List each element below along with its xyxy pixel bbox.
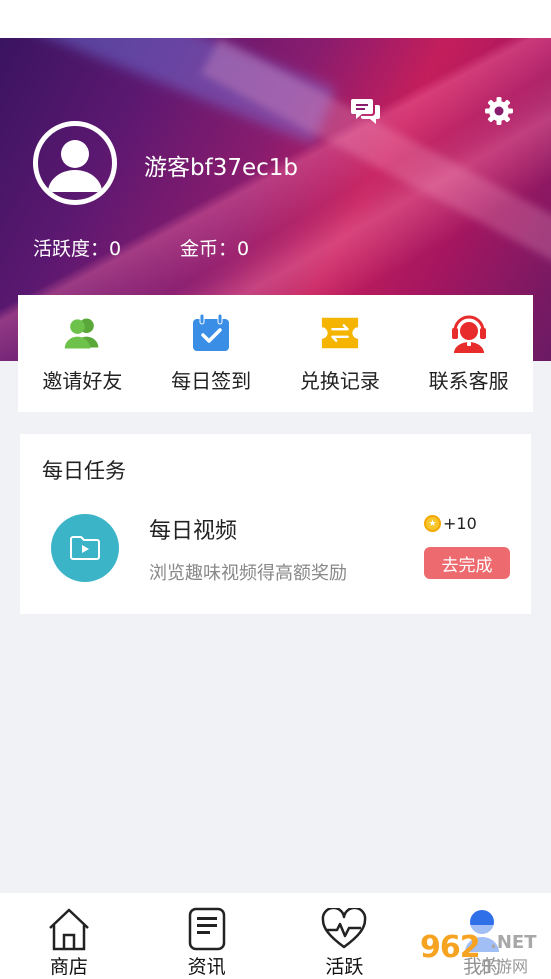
tab-label: 资讯 [187, 956, 226, 978]
tab-news[interactable]: 资讯 [138, 893, 276, 979]
tab-label: 商店 [49, 956, 88, 978]
exchange-records-button[interactable]: 兑换记录 [276, 295, 405, 412]
complete-task-button[interactable]: 去完成 [424, 547, 510, 579]
exchange-ticket-icon [320, 313, 360, 353]
customer-service-icon [449, 313, 489, 353]
watermark-net: .NET [490, 932, 537, 953]
message-button[interactable] [346, 91, 386, 131]
avatar[interactable] [33, 121, 117, 205]
task-description: 浏览趣味视频得高额奖励 [149, 563, 347, 584]
task-name: 每日视频 [149, 519, 238, 544]
chat-icon [351, 99, 380, 124]
gear-icon [485, 97, 513, 125]
username: 游客bf37ec1b [144, 155, 298, 181]
news-icon [183, 905, 231, 953]
home-icon [45, 905, 93, 953]
reward-amount: +10 [443, 514, 477, 533]
invite-friends-button[interactable]: 邀请好友 [18, 295, 147, 412]
user-avatar-icon [48, 140, 102, 192]
activity-score: 活跃度：0 [33, 238, 122, 260]
heart-pulse-icon [320, 905, 368, 953]
coin-icon: ★ [424, 515, 441, 532]
tab-label: 活跃 [325, 956, 364, 978]
watermark-logo: 962 [420, 930, 481, 965]
watermark-subtitle: 乐游网 [480, 957, 529, 976]
customer-service-button[interactable]: 联系客服 [404, 295, 533, 412]
quick-action-label: 邀请好友 [42, 369, 123, 393]
quick-action-label: 联系客服 [428, 369, 509, 393]
daily-checkin-button[interactable]: 每日签到 [147, 295, 276, 412]
video-folder-icon [51, 514, 119, 582]
tab-activity[interactable]: 活跃 [276, 893, 414, 979]
daily-tasks-card: 每日任务 每日视频 浏览趣味视频得高额奖励 ★ +10 去完成 [20, 434, 531, 614]
task-reward: ★ +10 [424, 514, 477, 533]
quick-actions-card: 邀请好友 每日签到 兑换记录 联系客服 [18, 295, 533, 412]
quick-action-label: 兑换记录 [299, 369, 380, 393]
settings-button[interactable] [479, 91, 519, 131]
coin-balance: 金币：0 [180, 238, 250, 260]
calendar-check-icon [191, 313, 231, 353]
status-bar [0, 0, 551, 38]
tab-shop[interactable]: 商店 [0, 893, 138, 979]
users-icon [62, 313, 102, 353]
section-title: 每日任务 [42, 459, 126, 483]
quick-action-label: 每日签到 [171, 369, 252, 393]
